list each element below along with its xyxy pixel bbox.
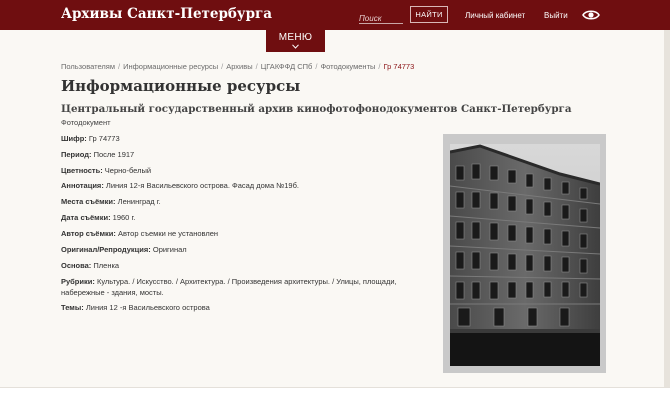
- field-base: Основа: Пленка: [61, 260, 431, 271]
- footer-strip: [0, 387, 670, 405]
- site-title[interactable]: Архивы Санкт-Петербурга: [61, 6, 272, 22]
- search-button[interactable]: НАЙТИ: [410, 6, 448, 23]
- field-label: Дата съёмки:: [61, 213, 111, 222]
- scrollbar-track[interactable]: [664, 30, 670, 387]
- breadcrumb-current: Гр 74773: [383, 62, 415, 71]
- field-label: Основа:: [61, 261, 92, 270]
- field-original: Оригинал/Репродукция: Оригинал: [61, 244, 431, 255]
- building-photo-image: [450, 144, 600, 366]
- building-photo: [450, 144, 600, 366]
- field-value: Гр 74773: [88, 134, 120, 143]
- field-rubrics: Рубрики: Культура. / Искусство. / Архите…: [61, 276, 431, 298]
- field-value: Ленинград г.: [117, 197, 161, 206]
- breadcrumb-item[interactable]: Фотодокументы: [320, 62, 375, 71]
- field-value: 1960 г.: [112, 213, 136, 222]
- search-input[interactable]: [359, 11, 403, 26]
- field-value: Автор съемки не установлен: [117, 229, 219, 238]
- breadcrumb-item[interactable]: ЦГАКФФД СПб: [261, 62, 313, 71]
- chevron-down-icon: [292, 44, 299, 49]
- search-field: [359, 8, 403, 26]
- menu-button[interactable]: МЕНЮ: [266, 30, 325, 52]
- document-type: Фотодокумент: [61, 118, 111, 127]
- field-label: Автор съёмки:: [61, 229, 116, 238]
- field-location: Места съёмки: Ленинград г.: [61, 196, 431, 207]
- field-label: Темы:: [61, 303, 84, 312]
- field-value: Линия 12-я Васильевского острова. Фасад …: [105, 181, 299, 190]
- field-value: Линия 12 -я Васильевского острова: [85, 303, 210, 312]
- field-value: Оригинал: [152, 245, 187, 254]
- breadcrumb: Пользователям / Информационные ресурсы / Арх…: [61, 62, 414, 71]
- field-value: Культура. / Искусство. / Архитектура. / …: [61, 277, 397, 297]
- page: Архивы Санкт-Петербурга НАЙТИ Личный каб…: [0, 0, 670, 405]
- field-value: Пленка: [93, 261, 120, 270]
- field-author: Автор съёмки: Автор съемки не установлен: [61, 228, 431, 239]
- eye-icon[interactable]: [582, 9, 600, 21]
- photo-preview[interactable]: [443, 134, 606, 373]
- field-value: После 1917: [93, 150, 135, 159]
- field-label: Аннотация:: [61, 181, 104, 190]
- breadcrumb-item[interactable]: Архивы: [226, 62, 252, 71]
- field-label: Цветность:: [61, 166, 103, 175]
- field-code: Шифр: Гр 74773: [61, 133, 431, 144]
- breadcrumb-separator: /: [255, 62, 258, 71]
- site-header: Архивы Санкт-Петербурга НАЙТИ Личный каб…: [0, 0, 670, 30]
- field-label: Места съёмки:: [61, 197, 116, 206]
- field-color: Цветность: Черно-белый: [61, 165, 431, 176]
- field-topics: Темы: Линия 12 -я Васильевского острова: [61, 302, 431, 313]
- field-label: Рубрики:: [61, 277, 95, 286]
- cabinet-link[interactable]: Личный кабинет: [465, 11, 525, 20]
- field-label: Оригинал/Репродукция:: [61, 245, 151, 254]
- field-value: Черно-белый: [104, 166, 152, 175]
- archive-name: Центральный государственный архив кинофо…: [61, 103, 572, 115]
- field-label: Шифр:: [61, 134, 87, 143]
- field-annotation: Аннотация: Линия 12-я Васильевского остр…: [61, 180, 431, 191]
- breadcrumb-item[interactable]: Информационные ресурсы: [123, 62, 218, 71]
- breadcrumb-item[interactable]: Пользователям: [61, 62, 115, 71]
- field-date: Дата съёмки: 1960 г.: [61, 212, 431, 223]
- menu-label: МЕНЮ: [278, 32, 313, 43]
- breadcrumb-separator: /: [221, 62, 224, 71]
- breadcrumb-separator: /: [378, 62, 381, 71]
- logout-link[interactable]: Выйти: [544, 11, 568, 20]
- page-title: Информационные ресурсы: [61, 77, 301, 95]
- breadcrumb-separator: /: [117, 62, 121, 71]
- field-label: Период:: [61, 150, 92, 159]
- field-period: Период: После 1917: [61, 149, 431, 160]
